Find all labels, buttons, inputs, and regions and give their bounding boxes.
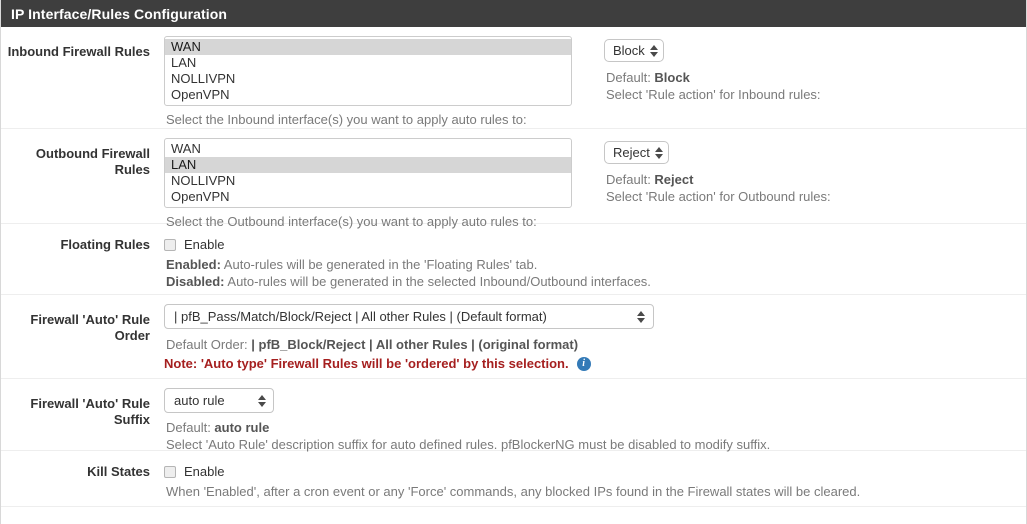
row-outbound-firewall-rules: Outbound Firewall Rules WAN LAN NOLLIVPN…: [1, 129, 1026, 229]
kill-states-help: When 'Enabled', after a cron event or an…: [166, 484, 861, 499]
outbound-action-help: Select 'Rule action' for Outbound rules:: [606, 189, 831, 204]
outbound-option-openvpn[interactable]: OpenVPN: [165, 189, 571, 205]
label-firewall-auto-rule-order: Firewall 'Auto' Rule Order: [30, 312, 150, 343]
chevron-updown-icon: [649, 44, 658, 57]
rule-suffix-default-prefix: Default:: [166, 420, 215, 435]
rule-order-default-prefix: Default Order:: [166, 337, 252, 352]
ip-interface-rules-configuration-panel: IP Interface/Rules Configuration Inbound…: [0, 0, 1027, 524]
row-firewall-auto-rule-suffix: Firewall 'Auto' Rule Suffix auto rule De…: [1, 379, 1026, 452]
floating-rules-checkbox[interactable]: [164, 238, 176, 251]
label-firewall-auto-rule-suffix: Firewall 'Auto' Rule Suffix: [30, 396, 150, 427]
floating-rules-enable-row[interactable]: Enable: [164, 233, 944, 253]
rule-suffix-default-value: auto rule: [214, 420, 270, 435]
rule-suffix-help: Select 'Auto Rule' description suffix fo…: [166, 437, 771, 452]
inbound-option-nollivpn[interactable]: NOLLIVPN: [165, 71, 571, 87]
inbound-rule-action-value: Block: [613, 43, 645, 58]
rule-order-note: Note: 'Auto type' Firewall Rules will be…: [164, 355, 964, 373]
chevron-updown-icon: [258, 394, 266, 407]
inbound-default-line: Default: Block: [604, 69, 1026, 86]
panel-header: IP Interface/Rules Configuration: [1, 0, 1026, 27]
kill-states-checkbox[interactable]: [164, 465, 176, 478]
rule-order-default-value: | pfB_Block/Reject | All other Rules | (…: [251, 337, 579, 352]
outbound-interface-listbox[interactable]: WAN LAN NOLLIVPN OpenVPN: [164, 138, 572, 208]
floating-enabled-key: Enabled:: [166, 257, 221, 272]
row-firewall-auto-rule-order: Firewall 'Auto' Rule Order | pfB_Pass/Ma…: [1, 295, 1026, 379]
kill-states-checkbox-label: Enable: [184, 464, 225, 479]
firewall-auto-rule-suffix-value: auto rule: [174, 393, 225, 408]
rule-suffix-default-line: Default: auto rule: [164, 419, 994, 436]
floating-rules-help-disabled: Disabled: Auto-rules will be generated i…: [164, 273, 944, 290]
label-floating-rules: Floating Rules: [60, 237, 150, 252]
floating-rules-checkbox-label: Enable: [184, 237, 225, 252]
floating-rules-help-enabled: Enabled: Auto-rules will be generated in…: [164, 256, 944, 273]
floating-enabled-text: Auto-rules will be generated in the 'Flo…: [220, 257, 538, 272]
inbound-action-help: Select 'Rule action' for Inbound rules:: [606, 87, 821, 102]
outbound-default-prefix: Default:: [606, 172, 655, 187]
inbound-option-openvpn[interactable]: OpenVPN: [165, 87, 571, 103]
floating-disabled-text: Auto-rules will be generated in the sele…: [224, 274, 651, 289]
firewall-auto-rule-order-select[interactable]: | pfB_Pass/Match/Block/Reject | All othe…: [164, 304, 654, 329]
label-kill-states: Kill States: [87, 464, 150, 479]
rule-order-default-line: Default Order: | pfB_Block/Reject | All …: [164, 336, 964, 353]
label-inbound-firewall-rules: Inbound Firewall Rules: [7, 44, 150, 59]
chevron-updown-icon: [637, 310, 645, 323]
rule-order-note-text: Note: 'Auto type' Firewall Rules will be…: [164, 356, 569, 371]
kill-states-enable-row[interactable]: Enable: [164, 460, 1024, 480]
inbound-default-prefix: Default:: [606, 70, 655, 85]
floating-disabled-key: Disabled:: [166, 274, 225, 289]
inbound-option-wan[interactable]: WAN: [165, 39, 571, 55]
row-inbound-firewall-rules: Inbound Firewall Rules WAN LAN NOLLIVPN …: [1, 27, 1026, 129]
outbound-option-lan[interactable]: LAN: [165, 157, 571, 173]
row-kill-states: Kill States Enable When 'Enabled', after…: [1, 451, 1026, 507]
firewall-auto-rule-order-value: | pfB_Pass/Match/Block/Reject | All othe…: [174, 309, 547, 324]
inbound-interface-listbox[interactable]: WAN LAN NOLLIVPN OpenVPN: [164, 36, 572, 106]
inbound-default-value: Block: [654, 70, 690, 85]
page-title: IP Interface/Rules Configuration: [11, 5, 228, 22]
inbound-help-text: Select the Inbound interface(s) you want…: [166, 112, 527, 127]
inbound-option-lan[interactable]: LAN: [165, 55, 571, 71]
outbound-default-value: Reject: [654, 172, 694, 187]
info-icon[interactable]: i: [576, 357, 591, 371]
inbound-rule-action-select[interactable]: Block: [604, 39, 664, 62]
outbound-rule-action-select[interactable]: Reject: [604, 141, 669, 164]
outbound-default-line: Default: Reject: [604, 171, 1026, 188]
firewall-auto-rule-suffix-select[interactable]: auto rule: [164, 388, 274, 413]
label-outbound-firewall-rules: Outbound Firewall Rules: [35, 146, 150, 177]
row-floating-rules: Floating Rules Enable Enabled: Auto-rule…: [1, 224, 1026, 295]
outbound-help-text: Select the Outbound interface(s) you wan…: [166, 214, 537, 229]
outbound-option-wan[interactable]: WAN: [165, 141, 571, 157]
outbound-option-nollivpn[interactable]: NOLLIVPN: [165, 173, 571, 189]
chevron-updown-icon: [654, 146, 663, 159]
outbound-rule-action-value: Reject: [613, 145, 650, 160]
